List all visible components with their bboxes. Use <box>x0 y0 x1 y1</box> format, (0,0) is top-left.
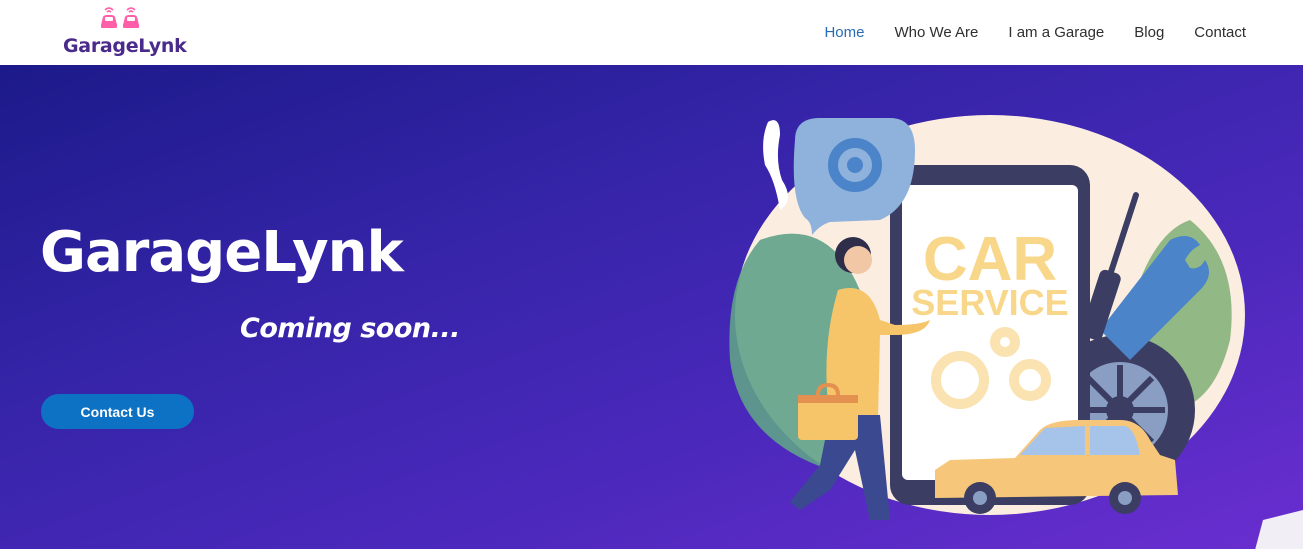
hero-title: GarageLynk <box>40 220 404 285</box>
nav-home[interactable]: Home <box>824 24 864 41</box>
site-logo[interactable]: GarageLynk <box>63 5 187 61</box>
nav-blog[interactable]: Blog <box>1134 24 1164 41</box>
car-service-illustration: CAR SERVICE <box>729 115 1245 520</box>
contact-us-button[interactable]: Contact Us <box>41 394 194 429</box>
nav-contact[interactable]: Contact <box>1194 24 1246 41</box>
main-nav: Home Who We Are I am a Garage Blog Conta… <box>824 0 1246 65</box>
hero-subtitle: Coming soon... <box>240 313 460 344</box>
nav-i-am-a-garage[interactable]: I am a Garage <box>1008 24 1104 41</box>
twin-cars-signal-icon <box>101 7 139 28</box>
site-header: GarageLynk Home Who We Are I am a Garage… <box>0 0 1303 65</box>
corner-decoration <box>1255 510 1303 549</box>
phone-subheading: SERVICE <box>911 282 1068 323</box>
nav-who-we-are[interactable]: Who We Are <box>894 24 978 41</box>
logo-text: GarageLynk <box>63 35 187 57</box>
hero-section: GarageLynk Coming soon... Contact Us CAR <box>0 65 1303 549</box>
